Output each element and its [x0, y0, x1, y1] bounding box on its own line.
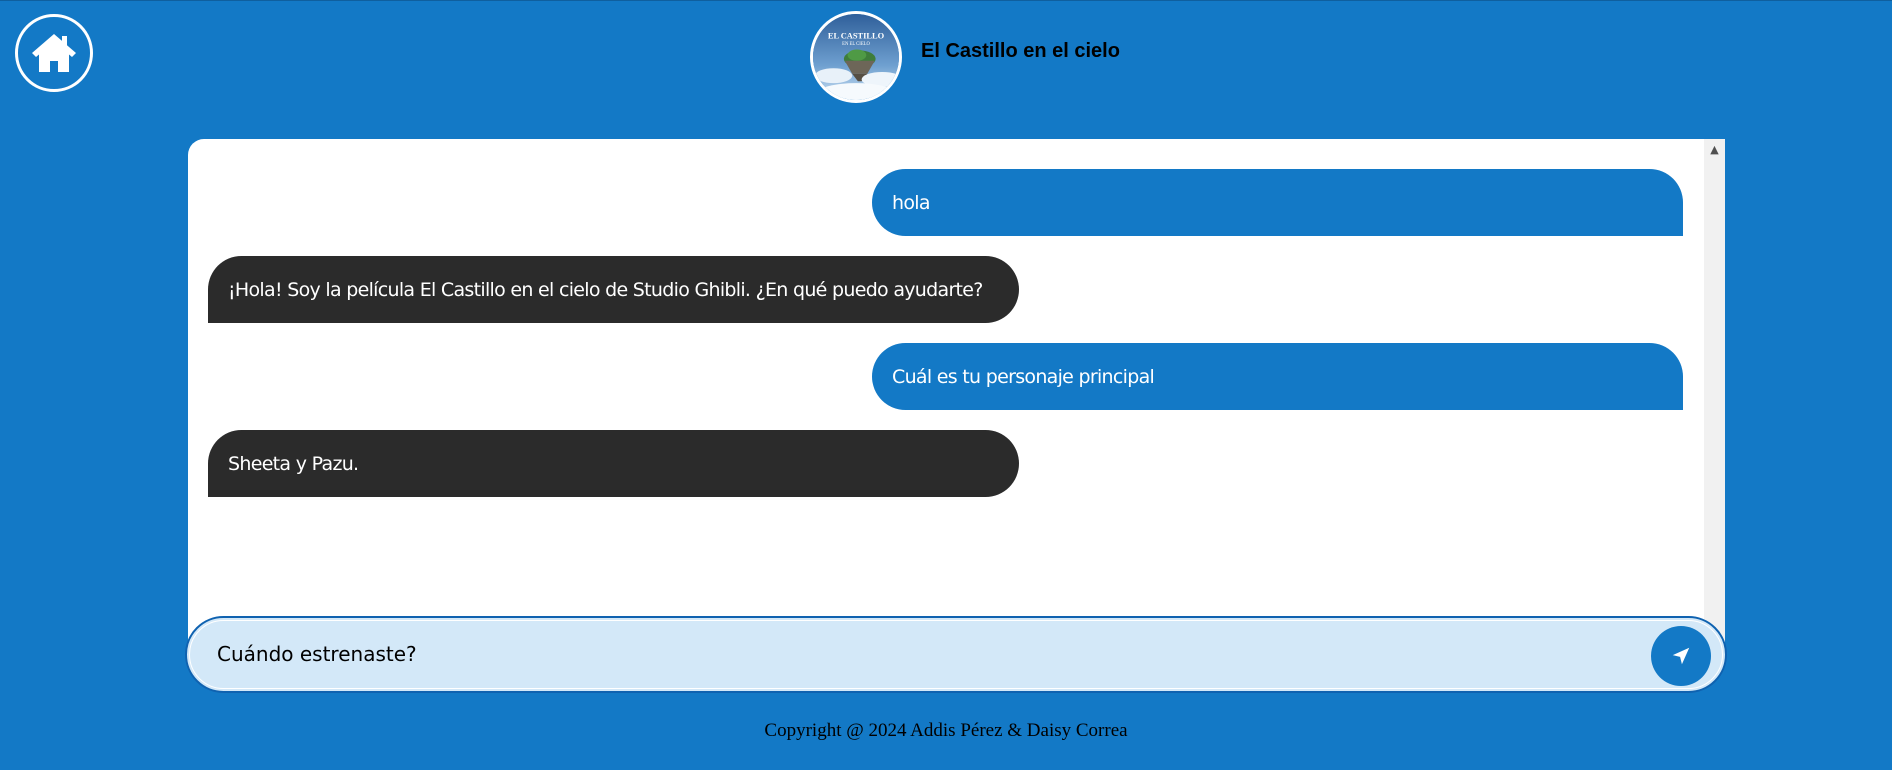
message-input-bar: [185, 616, 1727, 693]
user-message: Cuál es tu personaje principal: [872, 343, 1683, 410]
top-border: [0, 0, 1892, 1]
send-icon: [1672, 647, 1690, 665]
footer-copyright: Copyright @ 2024 Addis Pérez & Daisy Cor…: [764, 720, 1128, 741]
scroll-up-arrow[interactable]: ▲: [1704, 139, 1725, 159]
user-message: hola: [872, 169, 1683, 236]
message-input[interactable]: [217, 634, 1617, 674]
send-button[interactable]: [1651, 626, 1711, 686]
chat-title: El Castillo en el cielo: [921, 40, 1120, 62]
chat-scrollbar[interactable]: ▲: [1704, 139, 1725, 659]
movie-avatar: EL CASTILLO EN EL CIELO: [810, 11, 902, 103]
bot-message: Sheeta y Pazu.: [208, 430, 1019, 497]
bot-message: ¡Hola! Soy la película El Castillo en el…: [208, 256, 1019, 323]
avatar-poster-title: EL CASTILLO: [828, 31, 885, 40]
home-icon: [32, 34, 76, 72]
chat-messages-panel[interactable]: hola ¡Hola! Soy la película El Castillo …: [188, 139, 1725, 659]
avatar-poster-subtitle: EN EL CIELO: [842, 42, 870, 47]
home-button[interactable]: [15, 14, 93, 92]
